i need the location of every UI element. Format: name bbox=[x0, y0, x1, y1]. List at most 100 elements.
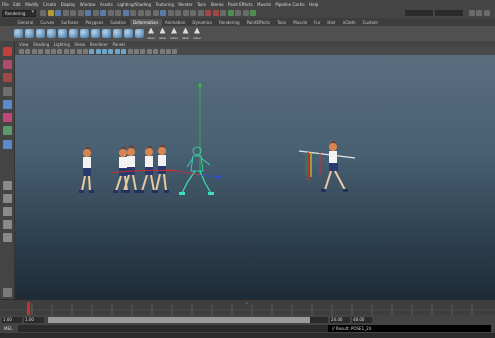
textured-icon[interactable] bbox=[108, 48, 114, 54]
tab-general[interactable]: General bbox=[14, 19, 37, 26]
xray-icon[interactable] bbox=[127, 48, 133, 54]
four-pane-layout-icon[interactable] bbox=[3, 194, 12, 203]
hypershade-layout-icon[interactable] bbox=[3, 233, 12, 242]
wireframe-on-shaded-icon[interactable] bbox=[102, 48, 108, 54]
quick-rename-field[interactable] bbox=[434, 10, 463, 16]
tab-hair[interactable]: Hair bbox=[324, 19, 339, 26]
character-1[interactable] bbox=[79, 147, 94, 193]
render-settings-icon[interactable] bbox=[220, 10, 226, 16]
numeric-input-field[interactable] bbox=[404, 10, 433, 16]
nonlinear-sine-icon[interactable] bbox=[69, 29, 78, 38]
select-camera-icon[interactable] bbox=[19, 48, 24, 54]
menu-pipeline-cache[interactable]: Pipeline Cache bbox=[275, 2, 304, 7]
channel-box-icon[interactable] bbox=[483, 10, 490, 16]
save-scene-icon[interactable] bbox=[55, 10, 61, 16]
soft-mod-icon[interactable] bbox=[3, 140, 12, 149]
wire-tool-icon[interactable] bbox=[124, 29, 133, 38]
pick-rendering-icon[interactable] bbox=[137, 10, 144, 16]
persp-outliner-layout-icon[interactable] bbox=[3, 207, 12, 216]
snap-grid-icon[interactable] bbox=[160, 10, 166, 16]
single-pane-layout-icon[interactable] bbox=[3, 181, 12, 190]
nonlinear-twist-icon[interactable] bbox=[91, 29, 100, 38]
construction-history-icon[interactable] bbox=[197, 10, 204, 16]
paint-select-icon[interactable] bbox=[3, 73, 12, 82]
persp-graph-layout-icon[interactable] bbox=[3, 220, 12, 229]
image-plane-icon[interactable] bbox=[38, 48, 44, 54]
playback-end-field[interactable]: 24.00 bbox=[330, 316, 350, 323]
tab-subdivs[interactable]: Subdivs bbox=[107, 19, 130, 26]
gate-mask-icon[interactable] bbox=[63, 48, 69, 54]
script-language-label[interactable]: MEL bbox=[0, 326, 18, 331]
use-all-lights-icon[interactable] bbox=[114, 48, 120, 54]
menu-muscle[interactable]: Muscle bbox=[257, 2, 271, 7]
time-slider[interactable]: 1 bbox=[0, 299, 495, 316]
wrinkle-tool-icon[interactable] bbox=[135, 29, 144, 38]
snap-curve-icon[interactable] bbox=[167, 10, 174, 16]
rotate-tool-icon[interactable] bbox=[3, 100, 12, 109]
open-scene-icon[interactable] bbox=[47, 10, 54, 16]
animation-start-field[interactable]: 1.00 bbox=[2, 316, 22, 323]
menu-file[interactable]: File bbox=[2, 2, 9, 7]
lock-selection-icon[interactable] bbox=[152, 10, 159, 16]
shelf-label-button[interactable]: label bbox=[192, 27, 202, 40]
lattice-icon[interactable] bbox=[25, 29, 34, 38]
history-icon[interactable] bbox=[190, 10, 196, 16]
pick-mask-icon[interactable] bbox=[85, 10, 91, 16]
panel-menu-view[interactable]: View bbox=[19, 42, 29, 47]
shadows-icon[interactable] bbox=[121, 48, 127, 54]
menu-window[interactable]: Window bbox=[80, 2, 96, 7]
panel-menu-lighting[interactable]: Lighting bbox=[54, 42, 70, 47]
tab-rendering[interactable]: Rendering bbox=[216, 19, 243, 26]
menu-stereo[interactable]: Stereo bbox=[211, 2, 224, 7]
selected-character[interactable] bbox=[164, 82, 221, 195]
select-hierarchy-icon[interactable] bbox=[62, 10, 69, 16]
field-chart-icon[interactable] bbox=[70, 48, 76, 54]
menu-lighting-shading[interactable]: Lighting/Shading bbox=[117, 2, 151, 7]
animation-end-field[interactable]: 48.00 bbox=[352, 316, 372, 323]
shelf-label-button[interactable]: label bbox=[146, 27, 156, 40]
playback-range-bar[interactable] bbox=[48, 316, 328, 323]
menu-modify[interactable]: Modify bbox=[25, 2, 38, 7]
panel-menu-shading[interactable]: Shading bbox=[33, 42, 49, 47]
shelf-label-button[interactable]: label bbox=[181, 27, 191, 40]
pick-joints-icon[interactable] bbox=[100, 10, 106, 16]
camera-attributes-icon[interactable] bbox=[25, 48, 31, 54]
menu-set-dropdown[interactable]: Rendering bbox=[2, 9, 36, 17]
film-gate-icon[interactable] bbox=[50, 48, 56, 54]
tab-animation[interactable]: Animation bbox=[162, 19, 189, 26]
playback-start-field[interactable]: 1.00 bbox=[24, 316, 44, 323]
outliner-toggle-icon[interactable] bbox=[3, 288, 12, 297]
select-object-icon[interactable] bbox=[70, 10, 76, 16]
isolate-select-icon[interactable] bbox=[140, 48, 146, 54]
menu-texturing[interactable]: Texturing bbox=[155, 2, 173, 7]
panel-menu-renderer[interactable]: Renderer bbox=[90, 42, 108, 47]
tab-muscle[interactable]: Muscle bbox=[290, 19, 311, 26]
smooth-shade-icon[interactable] bbox=[95, 48, 101, 54]
universal-manip-icon[interactable] bbox=[3, 126, 12, 135]
tab-deformation[interactable]: Deformation bbox=[129, 19, 162, 26]
tab-fur[interactable]: Fur bbox=[311, 19, 324, 26]
panel-menu-panels[interactable]: Panels bbox=[112, 42, 125, 47]
attribute-editor-icon[interactable] bbox=[468, 10, 475, 16]
move-tool-icon[interactable] bbox=[3, 87, 12, 96]
safe-action-icon[interactable] bbox=[76, 48, 82, 54]
new-scene-icon[interactable] bbox=[40, 10, 46, 16]
command-input[interactable] bbox=[18, 325, 328, 332]
shelf-label-button[interactable]: label bbox=[169, 27, 179, 40]
pick-handles-icon[interactable] bbox=[92, 10, 99, 16]
tab-polygons[interactable]: Polygons bbox=[82, 19, 107, 26]
anti-alias-icon[interactable] bbox=[165, 48, 171, 54]
menu-display[interactable]: Display bbox=[61, 2, 76, 7]
high-quality-icon[interactable] bbox=[146, 48, 152, 54]
pole-carrier-character[interactable] bbox=[298, 141, 356, 192]
pick-misc-icon[interactable] bbox=[145, 10, 151, 16]
tab-painteffects[interactable]: PaintEffects bbox=[243, 19, 274, 26]
scale-tool-icon[interactable] bbox=[3, 113, 12, 122]
menu-render[interactable]: Render bbox=[178, 2, 192, 7]
nonlinear-bend-icon[interactable] bbox=[47, 29, 56, 38]
render-current-icon[interactable] bbox=[205, 10, 211, 16]
sculpt-deformer-icon[interactable] bbox=[113, 29, 122, 38]
pick-dynamics-icon[interactable] bbox=[130, 10, 136, 16]
pick-curves-icon[interactable] bbox=[107, 10, 114, 16]
channel-box-toggle-icon[interactable] bbox=[250, 10, 256, 16]
